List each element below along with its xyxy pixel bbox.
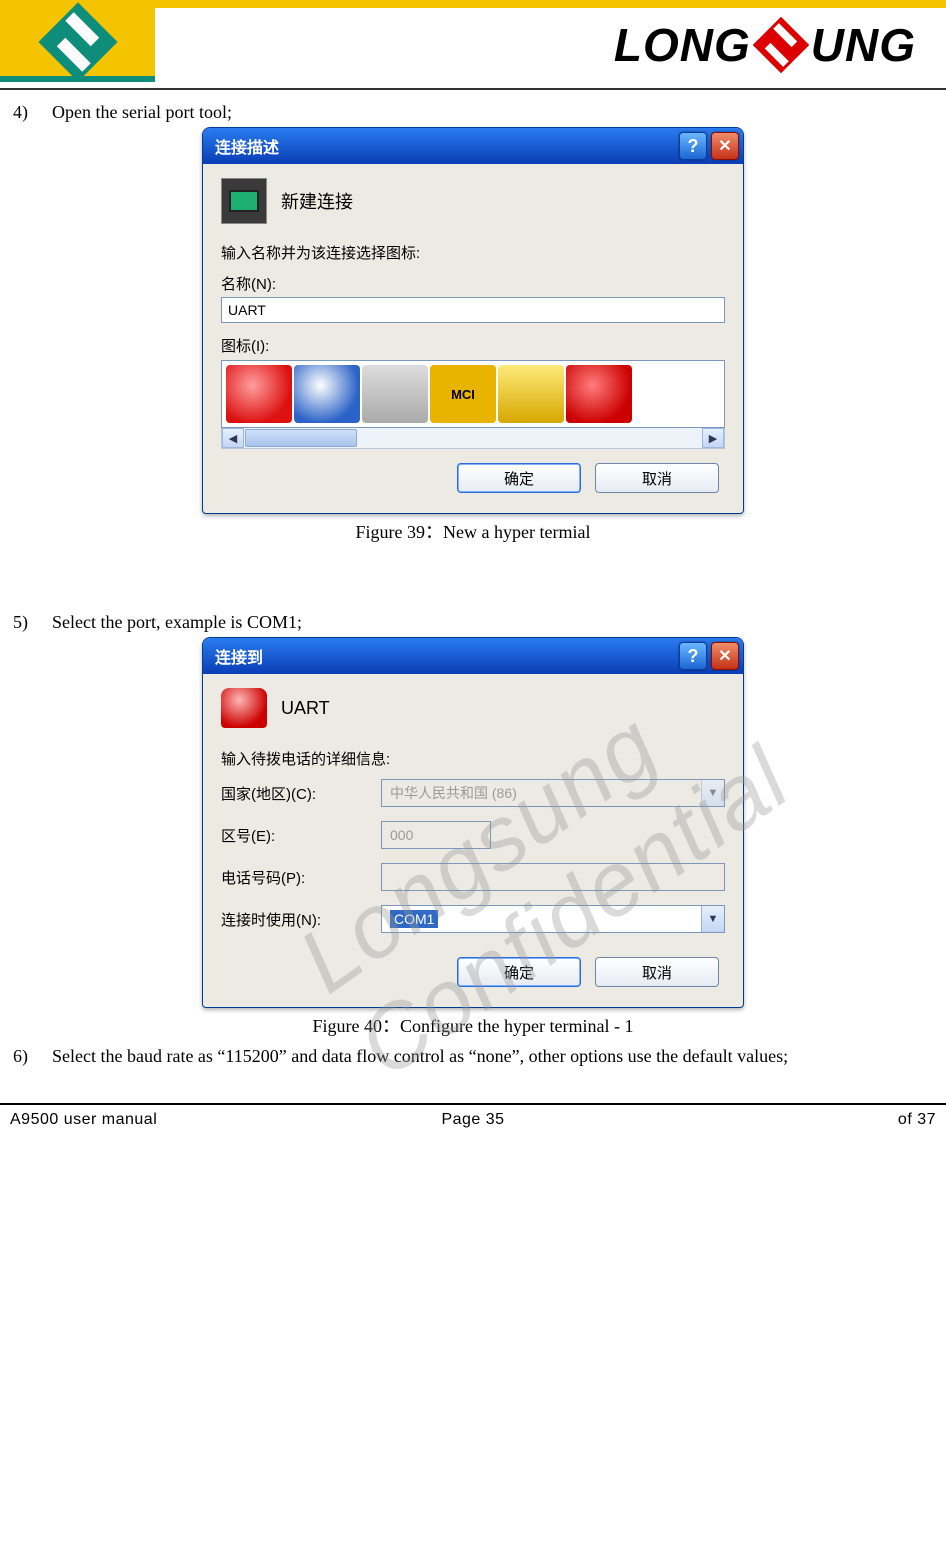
- icon-selection-strip: MCI: [221, 360, 725, 428]
- icon-option-gear[interactable]: [498, 365, 564, 423]
- country-select: 中华人民共和国 (86) ▼: [381, 779, 725, 807]
- help-button-icon[interactable]: ?: [679, 642, 707, 670]
- area-code-input: [381, 821, 491, 849]
- header-top-stripe: [0, 0, 946, 8]
- dialog-connect-to: 连接到 ? ✕ UART 输入待拨电话的详细信息: 国家(地区)(C): 中华人…: [202, 637, 744, 1008]
- country-label: 国家(地区)(C):: [221, 783, 381, 804]
- brand-text-ung: UNG: [811, 18, 916, 72]
- name-field-label: 名称(N):: [221, 273, 725, 294]
- close-button-icon[interactable]: ✕: [711, 642, 739, 670]
- dialog1-title-text: 连接描述: [215, 134, 675, 158]
- figure-39-caption: Figure 39：New a hyper termial: [10, 518, 936, 544]
- uart-label: UART: [281, 698, 330, 719]
- area-code-label: 区号(E):: [221, 825, 381, 846]
- connect-using-selected: COM1: [390, 910, 438, 928]
- dialog1-body: 新建连接 输入名称并为该连接选择图标: 名称(N): 图标(I): MCI ◀: [203, 164, 743, 513]
- connect-using-label: 连接时使用(N):: [221, 909, 381, 930]
- connect-form-grid: 国家(地区)(C): 中华人民共和国 (86) ▼ 区号(E): 电话号码(P)…: [221, 779, 725, 933]
- help-button-icon[interactable]: ?: [679, 132, 707, 160]
- scroll-thumb[interactable]: [245, 429, 357, 447]
- icon-option-computer[interactable]: [362, 365, 428, 423]
- dialog2-button-row: 确定 取消: [221, 943, 725, 999]
- step-4-number: 4): [10, 102, 28, 123]
- ok-button[interactable]: 确定: [457, 957, 581, 987]
- step-6-text: Select the baud rate as “115200” and dat…: [52, 1046, 936, 1067]
- page-content: 4) Open the serial port tool; 连接描述 ? ✕ 新…: [0, 102, 946, 1067]
- uart-header-row: UART: [221, 688, 725, 728]
- icon-option-globe[interactable]: [294, 365, 360, 423]
- document-header: LONG UNG: [0, 8, 946, 82]
- footer-mid: Page 35: [319, 1111, 628, 1129]
- dialog1-prompt: 输入名称并为该连接选择图标:: [221, 242, 725, 263]
- dropdown-arrow-icon: ▼: [701, 780, 724, 806]
- phone-label: 电话号码(P):: [221, 867, 381, 888]
- country-select-value: 中华人民共和国 (86): [382, 783, 701, 803]
- connect-using-select[interactable]: COM1 ▼: [381, 905, 725, 933]
- icon-scrollbar[interactable]: ◀ ▶: [221, 428, 725, 449]
- cancel-button[interactable]: 取消: [595, 957, 719, 987]
- new-connection-row: 新建连接: [221, 178, 725, 224]
- icon-field-label: 图标(I):: [221, 335, 725, 356]
- company-logo-icon: [38, 2, 117, 81]
- scroll-track[interactable]: [358, 428, 702, 448]
- close-button-icon[interactable]: ✕: [711, 132, 739, 160]
- step-6-row: 6) Select the baud rate as “115200” and …: [10, 1046, 936, 1067]
- brand-block: LONG UNG: [614, 8, 946, 82]
- dropdown-arrow-icon[interactable]: ▼: [701, 906, 724, 932]
- uart-phone-icon: [221, 688, 267, 728]
- dialog1-button-row: 确定 取消: [221, 449, 725, 505]
- figure-40-caption: Figure 40：Configure the hyper terminal -…: [10, 1012, 936, 1038]
- new-connection-icon: [221, 178, 267, 224]
- dialog2-titlebar: 连接到 ? ✕: [203, 638, 743, 674]
- connect-using-value: COM1: [382, 910, 701, 928]
- scroll-left-button-icon[interactable]: ◀: [222, 428, 244, 448]
- scroll-right-button-icon[interactable]: ▶: [702, 428, 724, 448]
- cancel-button[interactable]: 取消: [595, 463, 719, 493]
- new-connection-label: 新建连接: [281, 188, 353, 214]
- dialog2-prompt: 输入待拨电话的详细信息:: [221, 748, 725, 769]
- footer-left: A9500 user manual: [10, 1111, 319, 1129]
- icon-option-mci[interactable]: MCI: [430, 365, 496, 423]
- step-5-number: 5): [10, 612, 28, 633]
- header-rule: [0, 88, 946, 90]
- icon-option-umbrella[interactable]: [566, 365, 632, 423]
- footer-right: of 37: [627, 1111, 936, 1129]
- dialog2-body: UART 输入待拨电话的详细信息: 国家(地区)(C): 中华人民共和国 (86…: [203, 674, 743, 1007]
- dialog1-titlebar: 连接描述 ? ✕: [203, 128, 743, 164]
- footer-rule: [0, 1103, 946, 1105]
- brand-s-icon: [752, 17, 809, 74]
- icon-option-phone[interactable]: [226, 365, 292, 423]
- dialog2-title-text: 连接到: [215, 644, 675, 668]
- icon-strip-wrap: MCI ◀ ▶: [221, 360, 725, 449]
- header-spacer: [155, 8, 614, 82]
- step-6-number: 6): [10, 1046, 28, 1067]
- step-5-row: 5) Select the port, example is COM1;: [10, 612, 936, 633]
- dialog-connection-description: 连接描述 ? ✕ 新建连接 输入名称并为该连接选择图标: 名称(N): 图标(I…: [202, 127, 744, 514]
- name-input[interactable]: [221, 297, 725, 323]
- company-logo-box: [0, 8, 155, 82]
- phone-input: [381, 863, 725, 891]
- brand-text-long: LONG: [614, 18, 751, 72]
- page-footer: A9500 user manual Page 35 of 37: [0, 1111, 946, 1145]
- step-4-text: Open the serial port tool;: [52, 102, 936, 123]
- ok-button[interactable]: 确定: [457, 463, 581, 493]
- step-4-row: 4) Open the serial port tool;: [10, 102, 936, 123]
- step-5-text: Select the port, example is COM1;: [52, 612, 936, 633]
